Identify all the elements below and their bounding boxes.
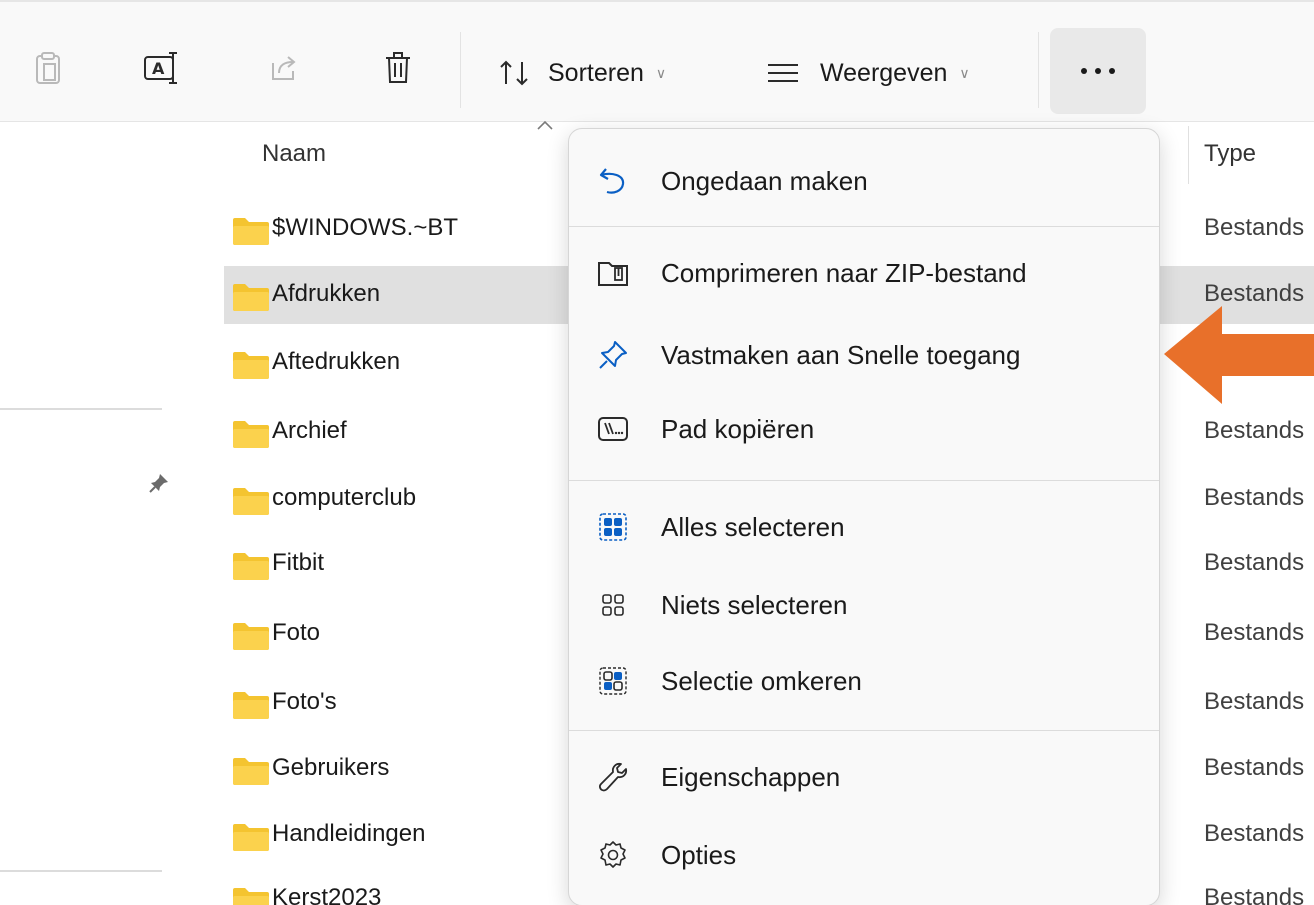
select-none-icon [595,587,631,623]
share-icon[interactable] [262,46,306,90]
file-type: Bestands [1204,484,1305,511]
folder-icon [233,758,269,785]
chevron-down-icon: ∨ [655,64,667,81]
file-name: Archief [272,417,347,444]
command-bar: A Sorteren ∨ Weergeven ∨ [0,2,1314,122]
file-name: Aftedrukken [272,348,401,375]
file-type: Bestands [1204,754,1305,781]
folder-icon [233,692,269,719]
nav-pane-divider [0,408,162,410]
view-list-icon [768,64,798,82]
file-name: $WINDOWS.~BT [272,214,459,241]
file-type: Bestands [1204,549,1305,576]
file-type: Bestands [1204,214,1305,241]
select-all-icon [595,509,631,545]
more-options-button[interactable] [1050,28,1146,114]
folder-icon [233,623,269,650]
file-name: computerclub [272,484,417,511]
folder-icon [233,824,269,851]
menu-item-select-all[interactable]: Alles selecteren [585,497,1145,557]
menu-separator [569,480,1159,481]
menu-item-properties[interactable]: Eigenschappen [585,747,1145,807]
svg-text:A: A [152,59,165,78]
menu-item-copy-path[interactable]: Pad kopiëren [585,399,1145,459]
more-dot [1095,68,1101,74]
folder-icon [233,284,269,311]
menu-item-label: Opties [661,839,737,870]
zip-icon [595,255,631,291]
properties-icon [595,759,631,795]
file-name: Gebruikers [272,754,390,781]
file-name: Foto [272,619,321,646]
toolbar-divider [1038,32,1039,108]
menu-separator [569,730,1159,731]
file-type: Bestands [1204,820,1305,847]
view-button[interactable]: Weergeven ∨ [766,50,970,96]
folder-icon [233,488,269,515]
folder-icon [233,553,269,580]
menu-item-compress-zip[interactable]: Comprimeren naar ZIP-bestand [585,243,1145,303]
folder-icon [233,218,269,245]
sort-label: Sorteren [548,58,644,87]
menu-item-label: Alles selecteren [661,511,845,542]
file-name: Foto's [272,688,337,715]
chevron-down-icon: ∨ [959,64,970,81]
menu-item-label: Eigenschappen [661,761,841,792]
view-label: Weergeven [820,58,948,87]
sort-ascending-icon [536,118,554,130]
annotation-arrow-icon [1164,306,1314,404]
copy-path-icon [595,411,631,447]
file-name: Kerst2023 [272,884,382,905]
more-dot [1109,68,1115,74]
menu-item-label: Comprimeren naar ZIP-bestand [661,257,1027,288]
delete-icon[interactable] [376,46,420,90]
rename-icon[interactable]: A [140,46,184,90]
folder-icon [233,352,269,379]
menu-item-label: Vastmaken aan Snelle toegang [661,339,1021,370]
paste-icon[interactable] [26,46,70,90]
sort-button[interactable]: Sorteren ∨ [498,50,666,96]
pin-icon [595,337,631,373]
menu-item-label: Niets selecteren [661,589,848,620]
folder-icon [233,888,269,905]
file-name: Afdrukken [272,280,381,307]
column-header-type[interactable]: Type [1204,140,1256,168]
column-header-name[interactable]: Naam [262,140,326,168]
nav-pane-divider [0,870,162,872]
menu-item-label: Pad kopiëren [661,413,815,444]
menu-item-options[interactable]: Opties [585,825,1145,885]
undo-icon [595,163,631,199]
file-type: Bestands [1204,619,1305,646]
file-name: Handleidingen [272,820,426,847]
folder-icon [233,421,269,448]
pinned-pin-icon [148,472,170,494]
menu-item-label: Ongedaan maken [661,165,868,196]
file-name: Fitbit [272,549,325,576]
file-type: Bestands [1204,688,1305,715]
menu-item-select-none[interactable]: Niets selecteren [585,575,1145,635]
more-dot [1081,68,1087,74]
file-type: Bestands [1204,417,1305,444]
menu-item-undo[interactable]: Ongedaan maken [585,151,1145,211]
context-menu: Ongedaan maken Comprimeren naar ZIP-best… [568,128,1160,905]
menu-item-label: Selectie omkeren [661,665,862,696]
invert-selection-icon [595,663,631,699]
toolbar-divider [460,32,461,108]
menu-item-invert-selection[interactable]: Selectie omkeren [585,651,1145,711]
menu-separator [569,226,1159,227]
menu-item-pin-quick-access[interactable]: Vastmaken aan Snelle toegang [585,325,1145,385]
column-divider[interactable] [1188,126,1189,184]
sort-icon [500,60,528,86]
options-icon [595,837,631,873]
file-type: Bestands [1204,884,1305,905]
